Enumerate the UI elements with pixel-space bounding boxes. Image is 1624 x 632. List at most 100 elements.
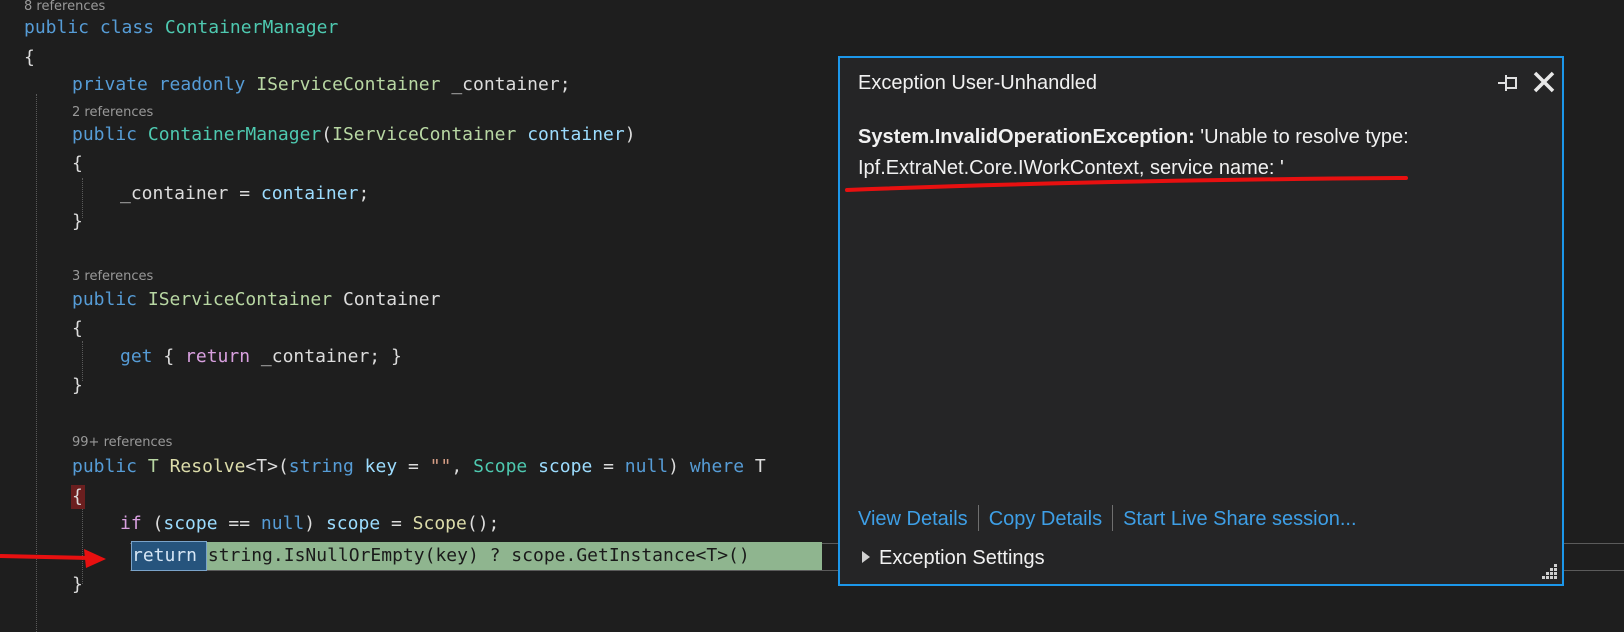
codelens-property-references[interactable]: 3 references	[72, 270, 153, 284]
return-expression: string.IsNullOrEmpty(key) ? scope.GetIns…	[197, 545, 750, 566]
semicolon: ;	[358, 183, 370, 204]
codelens-class-references[interactable]: 8 references	[24, 0, 105, 14]
getter-open: {	[152, 346, 186, 367]
parameter-scope: scope	[325, 513, 381, 534]
code-line-prop-open-brace: {	[72, 317, 83, 341]
ide-window: 8 references public class ContainerManag…	[0, 0, 1624, 632]
link-separator	[977, 505, 979, 531]
open-brace: {	[72, 486, 83, 507]
interface-name: IServiceContainer	[147, 289, 333, 310]
keyword-public: public	[24, 17, 90, 38]
assign-operator: =	[397, 456, 430, 477]
codelens-constructor-references[interactable]: 2 references	[72, 106, 153, 120]
parameter-scope: scope	[163, 513, 218, 534]
method-name: Resolve	[169, 456, 246, 477]
indent-guide	[36, 94, 37, 632]
assign-operator: =	[592, 456, 625, 477]
keyword-private: private	[72, 74, 148, 95]
close-paren: )	[304, 513, 326, 534]
exception-message: System.InvalidOperationException: 'Unabl…	[858, 122, 1548, 184]
resize-grip-icon[interactable]	[1540, 562, 1558, 580]
interface-name: IServiceContainer	[256, 74, 441, 95]
pin-icon[interactable]	[1496, 72, 1520, 94]
popup-actions: View Details Copy Details Start Live Share…	[858, 505, 1357, 532]
class-name: ContainerManager	[164, 17, 339, 38]
open-paren: (	[277, 456, 289, 477]
exception-type: System.InvalidOperationException:	[858, 126, 1195, 148]
semicolon: ;	[559, 74, 571, 95]
keyword-where: where	[689, 456, 745, 477]
code-line-field-declaration: private readonly IServiceContainer _cont…	[72, 73, 571, 97]
code-line-ctor-open-brace: {	[72, 152, 83, 176]
field-name: _container	[120, 183, 229, 204]
interface-name: IServiceContainer	[332, 124, 517, 145]
open-paren: (	[321, 124, 333, 145]
exception-settings-toggle[interactable]: Exception Settings	[862, 545, 1045, 571]
red-arrow-annotation	[0, 554, 91, 560]
open-brace: {	[72, 153, 83, 174]
expand-triangle-icon	[862, 551, 870, 563]
code-line-if-scope: if (scope == null) scope = Scope();	[120, 512, 499, 536]
generic-parameter: <T>	[245, 456, 278, 477]
keyword-readonly: readonly	[158, 74, 246, 95]
open-brace: {	[24, 47, 35, 68]
parameter-container: container	[260, 183, 359, 204]
start-live-share-link[interactable]: Start Live Share session...	[1123, 508, 1356, 530]
field-name: _container	[451, 74, 560, 95]
scope-call: Scope	[412, 513, 467, 534]
copy-details-link[interactable]: Copy Details	[989, 508, 1102, 530]
popup-title: Exception User-Unhandled	[858, 72, 1098, 94]
code-line-class-open-brace: {	[24, 46, 35, 70]
constraint-tail: T	[744, 456, 766, 477]
code-line-ctor-assignment: _container = container;	[120, 182, 369, 206]
keyword-get: get	[120, 346, 153, 367]
code-line-getter: get { return _container; }	[120, 345, 402, 369]
keyword-public: public	[72, 289, 138, 310]
code-line-return-statement: return string.IsNullOrEmpty(key) ? scope…	[132, 544, 750, 568]
constructor-name: ContainerManager	[147, 124, 322, 145]
type-parameter: T	[147, 456, 159, 477]
equality-operator: ==	[217, 513, 261, 534]
parameter-container: container	[527, 124, 625, 145]
assign-operator: =	[380, 513, 413, 534]
close-paren: )	[624, 124, 636, 145]
code-line-class-declaration: public class ContainerManager	[24, 16, 338, 40]
keyword-if: if	[120, 513, 142, 534]
view-details-link[interactable]: View Details	[858, 508, 968, 530]
code-line-property: public IServiceContainer Container	[72, 288, 441, 312]
codelens-resolve-references[interactable]: 99+ references	[72, 436, 172, 450]
field-name: _container	[260, 346, 370, 367]
code-line-constructor: public ContainerManager(IServiceContaine…	[72, 123, 636, 147]
keyword-class: class	[99, 17, 155, 38]
code-line-ctor-close-brace: }	[72, 210, 83, 234]
getter-close: ; }	[369, 346, 402, 367]
close-brace: }	[72, 211, 83, 232]
red-arrow-head	[84, 549, 106, 568]
keyword-return: return	[132, 545, 198, 566]
open-brace: {	[72, 318, 83, 339]
close-icon[interactable]	[1530, 68, 1558, 96]
code-line-resolve-open-brace: {	[72, 485, 83, 509]
code-line-resolve-close-brace: }	[72, 573, 83, 597]
property-name: Container	[342, 289, 441, 310]
close-brace: }	[72, 574, 83, 595]
keyword-public: public	[72, 124, 138, 145]
code-line-resolve-signature: public T Resolve<T>(string key = "", Sco…	[72, 455, 766, 479]
parameter-key: key	[364, 456, 398, 477]
indent-guide	[82, 504, 83, 584]
empty-string-literal: ""	[429, 456, 452, 477]
keyword-null: null	[624, 456, 669, 477]
exception-helper-popup: Exception User-Unhandled System.InvalidO…	[838, 56, 1564, 586]
